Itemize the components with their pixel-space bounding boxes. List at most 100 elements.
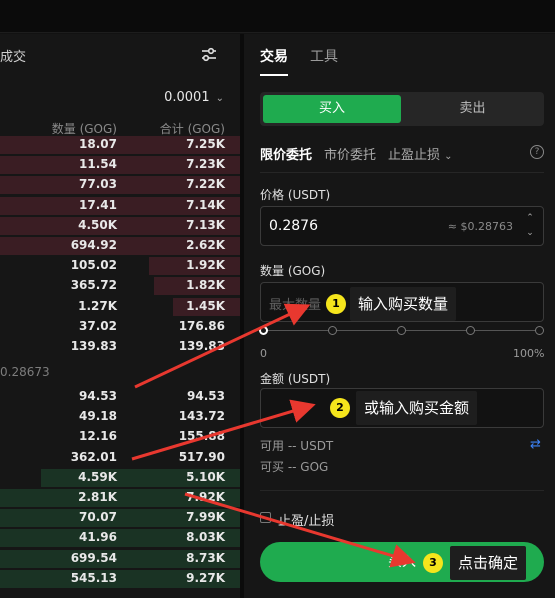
available-balance: 可用 -- USDT	[260, 439, 334, 453]
bid-row[interactable]: 94.53 94.53	[0, 387, 240, 407]
row-qty: 365.72	[70, 278, 117, 293]
bid-row[interactable]: 12.16 155.88	[0, 427, 240, 447]
step-3-callout: 点击确定	[450, 546, 527, 580]
chevron-down-icon: ⌄	[215, 93, 224, 104]
row-sum: 176.86	[178, 318, 225, 333]
row-qty: 105.02	[70, 258, 117, 273]
row-qty: 699.54	[70, 550, 117, 565]
ask-row[interactable]: 1.27K 1.45K	[0, 297, 240, 317]
row-sum: 94.53	[187, 389, 225, 403]
tab-trade[interactable]: 交易	[260, 46, 288, 66]
row-sum: 7.13K	[186, 217, 225, 232]
tab-limit-order[interactable]: 限价委托	[260, 144, 312, 163]
order-book-panel: 成交 0.0001 ⌄ 数量 (GOG) 合计 (GOG) 18.07 7.25K 1…	[0, 34, 240, 598]
step-2-callout: 或输入购买金额	[356, 391, 478, 425]
chevron-down-icon[interactable]: ⌄	[521, 226, 539, 241]
row-sum: 2.62K	[186, 238, 225, 252]
row-qty: 41.96	[79, 530, 117, 545]
mid-price: 0.28673	[0, 365, 50, 379]
step-3-badge: 3	[423, 553, 443, 573]
bid-row[interactable]: 4.59K 5.10K	[0, 468, 240, 488]
row-sum: 7.22K	[186, 177, 225, 192]
slider-stop-25[interactable]	[328, 326, 337, 335]
row-sum: 7.99K	[186, 510, 225, 525]
row-qty: 139.83	[70, 339, 117, 353]
row-sum: 7.23K	[186, 157, 225, 172]
ask-row[interactable]: 4.50K 7.13K	[0, 216, 240, 236]
slider-stop-50[interactable]	[397, 326, 406, 335]
price-stepper[interactable]: ⌃ ⌄	[521, 211, 539, 241]
slider-stop-75[interactable]	[466, 326, 475, 335]
row-qty: 694.92	[70, 238, 117, 252]
tab-market-order[interactable]: 市价委托	[324, 144, 376, 163]
tab-tools[interactable]: 工具	[310, 46, 338, 66]
help-icon[interactable]: ?	[530, 145, 544, 159]
buy-side-button[interactable]: 买入	[263, 95, 401, 123]
ask-row[interactable]: 365.72 1.82K	[0, 276, 240, 296]
row-qty: 545.13	[70, 570, 117, 585]
precision-select[interactable]: 0.0001 ⌄	[164, 90, 224, 105]
bid-row[interactable]: 70.07 7.99K	[0, 508, 240, 528]
bid-row[interactable]: 49.18 143.72	[0, 407, 240, 427]
bid-row[interactable]: 545.13 9.27K	[0, 569, 240, 589]
price-input[interactable]: 0.2876 ≈ $0.28763 ⌃ ⌄	[260, 206, 544, 246]
bid-row[interactable]: 41.96 8.03K	[0, 528, 240, 548]
chevron-down-icon: ⌄	[444, 151, 453, 162]
active-tab-indicator	[260, 74, 288, 76]
row-qty: 12.16	[79, 429, 117, 444]
tpsl-checkbox[interactable]	[260, 512, 271, 523]
row-sum: 7.14K	[186, 197, 225, 212]
row-sum: 7.25K	[186, 137, 225, 151]
row-sum: 1.82K	[186, 278, 225, 293]
bid-row[interactable]: 699.54 8.73K	[0, 549, 240, 569]
quantity-label: 数量 (GOG)	[260, 264, 326, 278]
ask-row[interactable]: 18.07 7.25K	[0, 135, 240, 155]
divider	[260, 172, 544, 173]
row-sum: 517.90	[178, 449, 225, 464]
row-sum: 155.88	[178, 429, 225, 444]
sell-side-button[interactable]: 卖出	[404, 95, 541, 123]
recent-trades-tab[interactable]: 成交	[0, 46, 26, 65]
price-label: 价格 (USDT)	[260, 188, 331, 202]
row-sum: 9.27K	[186, 570, 225, 585]
ask-row[interactable]: 17.41 7.14K	[0, 196, 240, 216]
ask-row[interactable]: 105.02 1.92K	[0, 256, 240, 276]
row-qty: 11.54	[79, 157, 117, 172]
transfer-icon[interactable]: ⇄	[530, 437, 541, 452]
ask-row[interactable]: 37.02 176.86	[0, 317, 240, 337]
max-buy: 可买 -- GOG	[260, 460, 329, 474]
step-2-badge: 2	[330, 398, 350, 418]
row-qty: 37.02	[79, 318, 117, 333]
price-value: 0.2876	[269, 218, 318, 234]
precision-value: 0.0001	[164, 90, 210, 105]
row-qty: 4.50K	[78, 217, 117, 232]
row-sum: 1.92K	[186, 258, 225, 273]
quantity-placeholder: 最大数量 0	[269, 298, 334, 313]
ask-row[interactable]: 77.03 7.22K	[0, 175, 240, 195]
row-qty: 17.41	[79, 197, 117, 212]
row-sum: 8.03K	[186, 530, 225, 545]
row-qty: 1.27K	[78, 298, 117, 313]
row-qty: 49.18	[79, 409, 117, 424]
ask-row[interactable]: 694.92 2.62K	[0, 236, 240, 256]
divider	[260, 490, 544, 491]
slider-min-label: 0	[260, 347, 267, 360]
top-bar	[0, 0, 555, 33]
row-sum: 8.73K	[186, 550, 225, 565]
slider-max-label: 100%	[513, 347, 545, 360]
chevron-up-icon[interactable]: ⌃	[521, 211, 539, 226]
bid-row[interactable]: 2.81K 7.92K	[0, 488, 240, 508]
bid-row[interactable]: 362.01 517.90	[0, 448, 240, 468]
price-usd-equivalent: ≈ $0.28763	[447, 220, 513, 233]
row-sum: 5.10K	[186, 469, 225, 484]
step-1-badge: 1	[326, 294, 346, 314]
slider-stop-100[interactable]	[535, 326, 544, 335]
row-qty: 2.81K	[78, 490, 117, 504]
tpsl-label: 止盈/止损	[278, 514, 335, 529]
slider-handle[interactable]	[259, 326, 268, 335]
ask-row[interactable]: 139.83 139.83	[0, 337, 240, 357]
tab-stop-order[interactable]: 止盈止损 ⌄	[388, 144, 453, 163]
row-qty: 18.07	[79, 137, 117, 151]
ask-row[interactable]: 11.54 7.23K	[0, 155, 240, 175]
filter-settings-icon[interactable]	[200, 46, 218, 64]
